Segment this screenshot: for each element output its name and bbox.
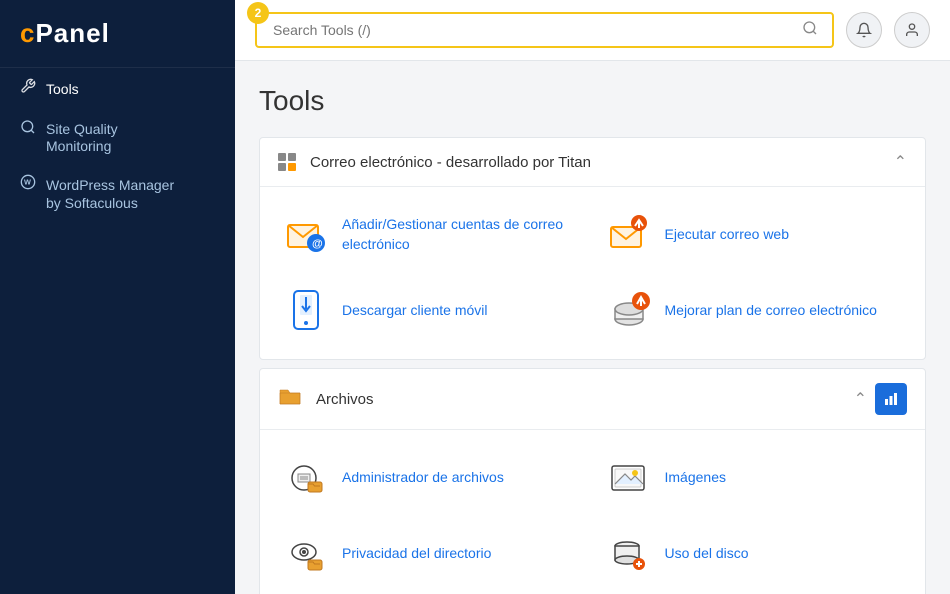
mobile-client-label: Descargar cliente móvil	[342, 301, 488, 321]
email-tools-grid: @ Añadir/Gestionar cuentas de correo ele…	[260, 187, 925, 359]
files-section: Archivos ⌃	[259, 368, 926, 594]
email-section-icon	[278, 153, 296, 171]
file-manager-label: Administrador de archivos	[342, 468, 504, 488]
sidebar-item-site-quality-label: Site Quality	[46, 121, 118, 137]
images-icon	[607, 456, 651, 500]
svg-text:W: W	[24, 178, 31, 187]
files-section-chevron: ⌃	[854, 389, 867, 409]
logo: cPanel	[20, 18, 215, 49]
email-section-title: Correo electrónico - desarrollado por Ti…	[310, 154, 591, 171]
svg-text:@: @	[312, 238, 323, 250]
email-section-header-left: Correo electrónico - desarrollado por Ti…	[278, 153, 591, 171]
tool-webmail[interactable]: Ejecutar correo web	[593, 197, 916, 273]
email-section-header[interactable]: Correo electrónico - desarrollado por Ti…	[260, 138, 925, 187]
main-content: 2 Tools	[235, 0, 950, 594]
tool-images[interactable]: Imágenes	[593, 440, 916, 516]
tool-file-manager[interactable]: Administrador de archivos	[270, 440, 593, 516]
search-badge: 2	[247, 2, 269, 24]
images-label: Imágenes	[665, 468, 726, 488]
files-tools-grid: Administrador de archivos	[260, 430, 925, 594]
add-email-label: Añadir/Gestionar cuentas de correo elect…	[342, 215, 579, 254]
upgrade-email-label: Mejorar plan de correo electrónico	[665, 301, 877, 321]
tool-dir-privacy[interactable]: Privacidad del directorio	[270, 516, 593, 592]
files-section-header[interactable]: Archivos ⌃	[260, 369, 925, 430]
files-section-title: Archivos	[316, 391, 374, 408]
webmail-icon	[607, 213, 651, 257]
sidebar-item-site-quality-sublabel: Monitoring	[20, 138, 215, 154]
mobile-client-icon	[284, 289, 328, 333]
email-section: Correo electrónico - desarrollado por Ti…	[259, 137, 926, 360]
site-quality-icon	[20, 119, 36, 138]
sidebar: cPanel Tools Site Quality Monitori	[0, 0, 235, 594]
search-input[interactable]	[267, 14, 798, 46]
user-avatar-button[interactable]	[894, 12, 930, 48]
header: 2	[235, 0, 950, 61]
sidebar-item-tools-label: Tools	[46, 81, 79, 97]
files-section-header-left: Archivos	[278, 386, 374, 412]
sidebar-item-wordpress[interactable]: W WordPress Manager by Softaculous	[0, 164, 235, 221]
notifications-button[interactable]	[846, 12, 882, 48]
logo-area: cPanel	[0, 0, 235, 68]
sidebar-item-wp-label: WordPress Manager	[46, 177, 174, 193]
disk-usage-icon	[607, 532, 651, 576]
content-area: Tools Correo electrónico - desarrollado …	[235, 61, 950, 594]
add-email-icon: @	[284, 213, 328, 257]
webmail-label: Ejecutar correo web	[665, 225, 790, 245]
tool-add-email[interactable]: @ Añadir/Gestionar cuentas de correo ele…	[270, 197, 593, 273]
dir-privacy-icon	[284, 532, 328, 576]
search-wrapper: 2	[255, 12, 834, 48]
upgrade-email-icon	[607, 289, 651, 333]
wordpress-icon: W	[20, 174, 36, 195]
file-manager-icon	[284, 456, 328, 500]
sidebar-item-wp-sublabel: by Softaculous	[20, 195, 215, 211]
email-section-chevron: ⌃	[894, 152, 907, 172]
dir-privacy-label: Privacidad del directorio	[342, 544, 491, 564]
files-chart-button[interactable]	[875, 383, 907, 415]
tools-icon	[20, 78, 36, 99]
page-title: Tools	[259, 85, 926, 117]
sidebar-item-site-quality[interactable]: Site Quality Monitoring	[0, 109, 235, 164]
tool-upgrade-email[interactable]: Mejorar plan de correo electrónico	[593, 273, 916, 349]
disk-usage-label: Uso del disco	[665, 544, 749, 564]
search-button[interactable]	[798, 16, 822, 45]
sidebar-item-tools[interactable]: Tools	[0, 68, 235, 109]
tool-disk-usage[interactable]: Uso del disco	[593, 516, 916, 592]
tool-mobile-client[interactable]: Descargar cliente móvil	[270, 273, 593, 349]
files-folder-icon	[278, 386, 302, 412]
